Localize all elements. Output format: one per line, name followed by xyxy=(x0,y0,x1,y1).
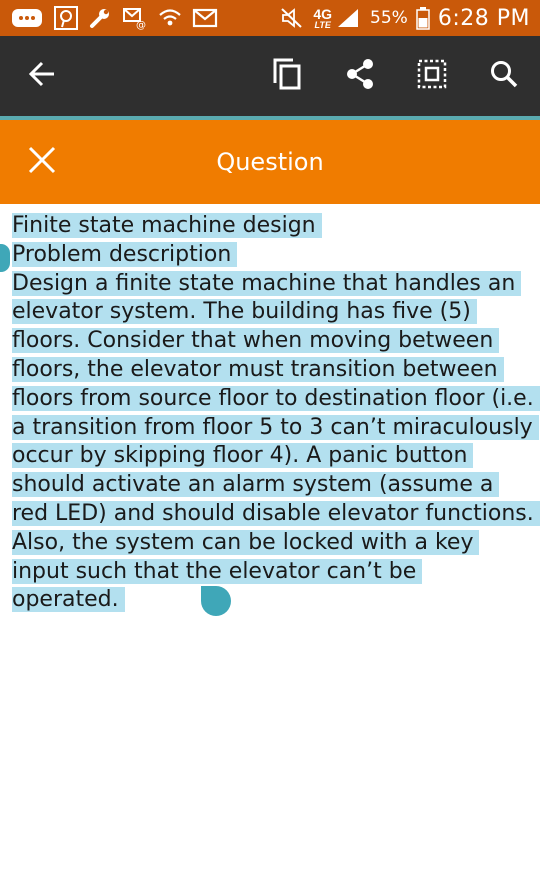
search-button[interactable] xyxy=(474,36,534,116)
gmail-icon xyxy=(192,7,218,29)
search-icon xyxy=(489,59,519,94)
pinterest-icon xyxy=(54,6,78,30)
status-bar-system: 4G LTE 55% 6:28 PM xyxy=(279,6,530,31)
wrench-icon xyxy=(88,6,112,30)
copy-button[interactable] xyxy=(257,36,317,116)
share-button[interactable] xyxy=(330,36,390,116)
signal-icon xyxy=(336,7,362,29)
network-type-label: 4G xyxy=(313,5,333,22)
back-button[interactable] xyxy=(12,36,72,116)
battery-percent: 55% xyxy=(370,8,408,28)
question-content[interactable]: Finite state machine design Problem desc… xyxy=(12,212,540,615)
status-bar: @ 4G LTE 55% 6:28 PM xyxy=(0,0,540,36)
wifi-icon xyxy=(158,7,182,29)
email-notification-icon: @ xyxy=(122,6,148,30)
question-body[interactable]: Design a finite state machine that handl… xyxy=(12,270,540,613)
mute-icon xyxy=(279,7,305,29)
back-arrow-icon xyxy=(27,59,57,94)
copy-icon xyxy=(272,57,302,96)
question-title[interactable]: Finite state machine design xyxy=(12,213,322,238)
status-time: 6:28 PM xyxy=(437,5,530,31)
close-button[interactable] xyxy=(18,138,66,186)
status-bar-notifications: @ xyxy=(10,6,218,30)
network-type-sub: LTE xyxy=(314,19,331,30)
battery-icon xyxy=(416,6,430,30)
select-all-button[interactable] xyxy=(402,36,462,116)
messages-icon xyxy=(10,6,44,30)
header-title: Question xyxy=(216,148,324,176)
network-type: 4G LTE xyxy=(313,7,332,30)
selection-start-handle[interactable] xyxy=(0,244,10,272)
close-icon xyxy=(27,145,57,180)
question-header: Question xyxy=(0,120,540,204)
action-toolbar xyxy=(0,36,540,116)
selection-end-handle[interactable] xyxy=(201,586,231,616)
svg-text:@: @ xyxy=(136,20,146,30)
question-subtitle[interactable]: Problem description xyxy=(12,241,238,267)
share-icon xyxy=(345,58,375,95)
select-all-icon xyxy=(417,59,447,94)
